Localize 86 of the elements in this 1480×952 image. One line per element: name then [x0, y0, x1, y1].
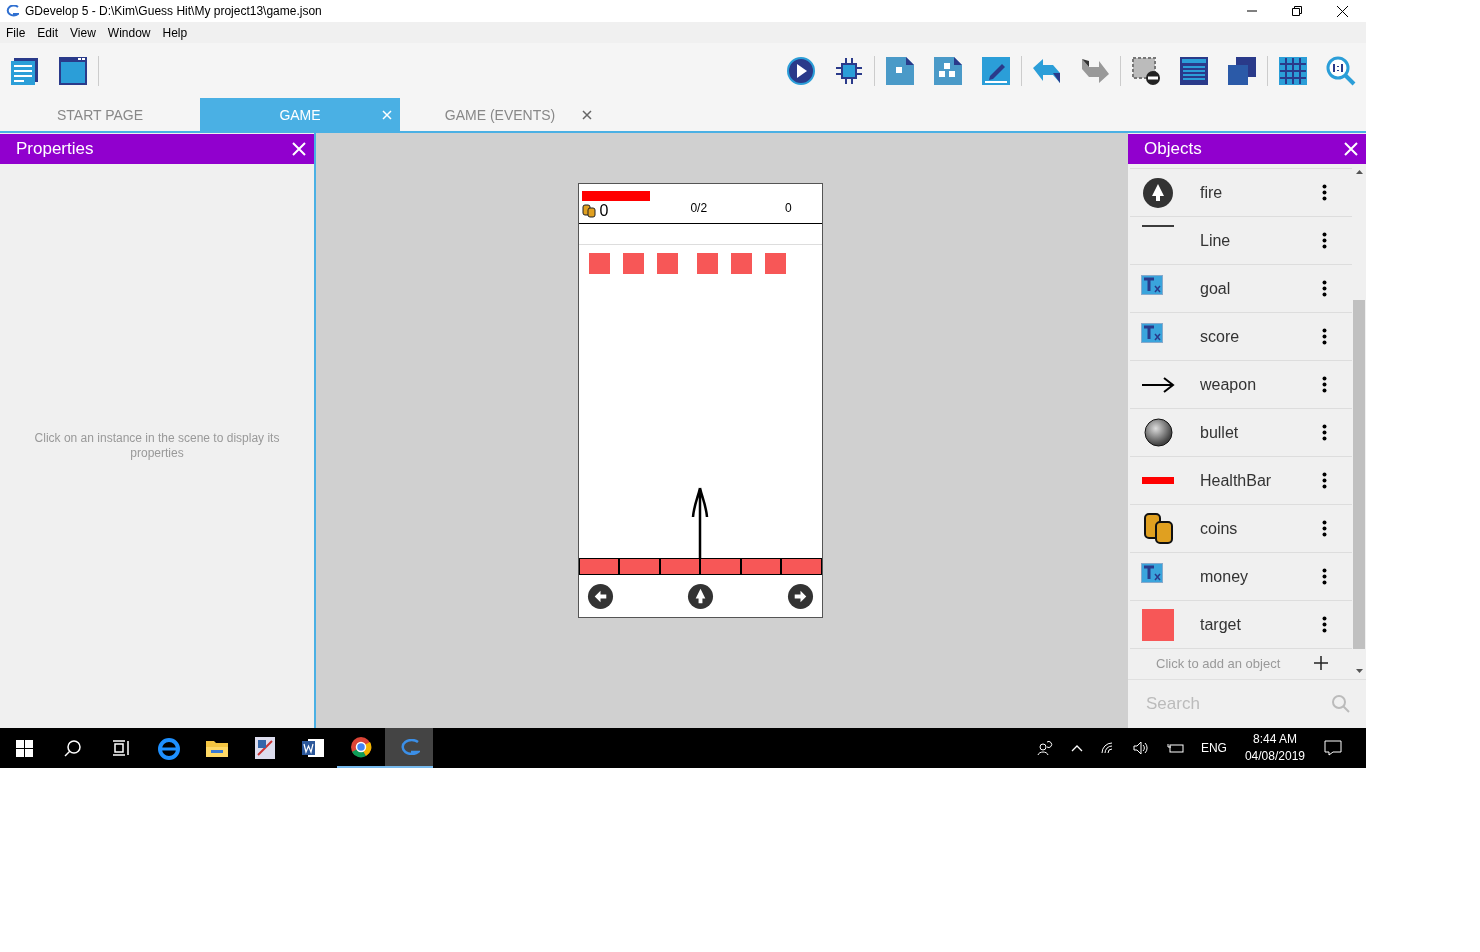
more-icon[interactable]: [1322, 520, 1327, 537]
cubes-page-icon[interactable]: [933, 55, 963, 86]
window-title: GDevelop 5 - D:\Kim\Guess Hit\My project13\game.json: [25, 4, 322, 18]
more-icon[interactable]: [1322, 424, 1327, 441]
cube-page-icon[interactable]: [885, 55, 915, 86]
object-item[interactable]: goal: [1130, 265, 1352, 313]
coins-icon: [1143, 513, 1173, 544]
document-list-icon[interactable]: [10, 55, 40, 86]
target-square: [696, 253, 718, 274]
app-logo-icon[interactable]: [385, 728, 433, 768]
arrow-icon: [1141, 376, 1175, 393]
target-square: [656, 253, 678, 274]
object-item[interactable]: bullet: [1130, 409, 1352, 457]
more-icon[interactable]: [1322, 184, 1327, 201]
more-icon[interactable]: [1322, 472, 1327, 489]
text-object-icon: [1141, 322, 1163, 343]
add-icon[interactable]: [1314, 656, 1328, 670]
search-icon[interactable]: [64, 739, 81, 757]
object-item[interactable]: weapon: [1130, 361, 1352, 409]
menu-item[interactable]: View: [70, 25, 96, 40]
app-logo-icon: [5, 5, 19, 17]
right-button-icon: [786, 582, 814, 610]
more-icon[interactable]: [1322, 376, 1327, 393]
task-view-icon[interactable]: [112, 740, 130, 756]
more-icon[interactable]: [1322, 328, 1327, 345]
object-item[interactable]: score: [1130, 313, 1352, 361]
text-object-icon: [1141, 274, 1163, 295]
battery-icon[interactable]: [1166, 743, 1184, 753]
menu-item[interactable]: Edit: [37, 25, 59, 40]
object-item[interactable]: Line: [1130, 217, 1352, 265]
object-item[interactable]: target: [1130, 601, 1352, 649]
target-square: [764, 253, 786, 274]
layers-icon[interactable]: [1227, 55, 1257, 86]
bar-icon: [1142, 477, 1174, 484]
edit-icon[interactable]: [981, 55, 1011, 86]
arrow-drawing: [690, 487, 710, 559]
health-bar: [581, 191, 650, 201]
fire-button-icon: [686, 582, 714, 610]
table-icon[interactable]: [1179, 55, 1209, 86]
coins-icon: [581, 204, 596, 218]
zoom-reset-icon[interactable]: [1326, 55, 1356, 86]
scroll-down-icon[interactable]: [1355, 669, 1363, 673]
menu-item[interactable]: Window: [107, 25, 151, 40]
panel-title: Objects: [1144, 139, 1202, 159]
target-square: [588, 253, 610, 274]
menu-item[interactable]: Help: [162, 25, 188, 40]
more-icon[interactable]: [1322, 232, 1327, 249]
ball-icon: [1143, 418, 1173, 447]
goal-counter: 0/2: [690, 201, 708, 215]
restore-icon[interactable]: [1292, 6, 1302, 16]
panel-title: Properties: [16, 139, 94, 159]
empty-hint: Click on an instance in the scene to display its properties: [33, 431, 281, 461]
menu-item[interactable]: File: [6, 25, 26, 40]
more-icon[interactable]: [1322, 280, 1327, 297]
clock-date[interactable]: 04/08/2019: [1244, 748, 1305, 765]
line-icon: [1142, 224, 1174, 227]
volume-icon[interactable]: [1132, 741, 1149, 755]
target-square: [622, 253, 644, 274]
score-counter: 0: [785, 201, 792, 215]
object-item[interactable]: money: [1130, 553, 1352, 601]
scroll-up-icon[interactable]: [1355, 170, 1363, 174]
start-icon[interactable]: [16, 739, 33, 757]
object-item[interactable]: fire: [1130, 169, 1352, 217]
left-button-icon: [586, 582, 614, 610]
play-icon[interactable]: [786, 55, 816, 86]
coins-counter: 0: [599, 202, 609, 220]
square-icon: [1142, 608, 1174, 641]
more-icon[interactable]: [1322, 616, 1327, 633]
fire-button-icon: [1142, 176, 1174, 209]
wifi-icon[interactable]: [1100, 742, 1115, 754]
object-item[interactable]: HealthBar: [1130, 457, 1352, 505]
more-icon[interactable]: [1322, 568, 1327, 585]
object-item[interactable]: coins: [1130, 505, 1352, 553]
clock-time[interactable]: 8:44 AM: [1252, 731, 1297, 748]
chevron-up-icon[interactable]: [1070, 744, 1083, 752]
language-indicator[interactable]: ENG: [1200, 741, 1227, 755]
splitter-handle[interactable]: [314, 133, 316, 728]
grid-icon[interactable]: [1278, 55, 1308, 86]
notifications-icon[interactable]: [1324, 740, 1342, 756]
text-object-icon: [1141, 562, 1163, 583]
hide-layer-icon[interactable]: [1131, 55, 1161, 86]
chip-icon[interactable]: [834, 55, 864, 86]
target-square: [730, 253, 752, 274]
close-icon[interactable]: [1337, 5, 1348, 17]
window-icon[interactable]: [58, 55, 88, 86]
people-icon[interactable]: [1036, 740, 1053, 756]
